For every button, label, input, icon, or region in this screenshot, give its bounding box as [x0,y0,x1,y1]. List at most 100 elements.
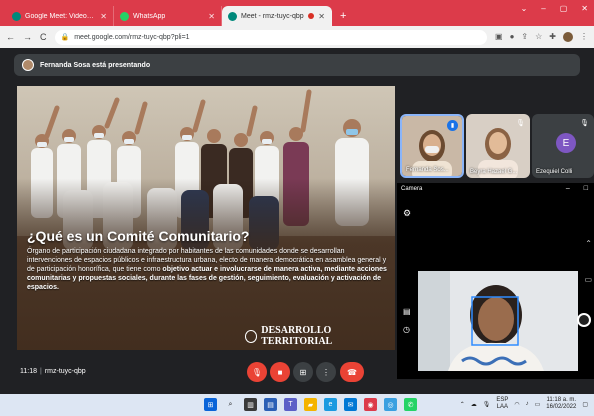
mic-off-icon: 🎙 [251,367,263,377]
timer-icon[interactable]: ◷ [403,325,410,334]
hdr-icon[interactable]: ▤ [403,307,411,316]
taskbar-apps: ⊞ ⌕ ▥ ▤ T ▰ e ✉ ◉ ◎ ✆ [204,398,417,411]
menu-icon[interactable]: ⋮ [580,32,588,42]
chrome-icon[interactable]: ◉ [364,398,377,411]
language-indicator[interactable]: ESP LAA [496,397,508,411]
tab-title: Meet - rmz-tuyc-qbp [241,12,304,20]
tab-meet-active[interactable]: Meet - rmz-tuyc-qbp ✕ [222,6,332,26]
mail-icon[interactable]: ✉ [344,398,357,411]
close-window-icon[interactable]: ✕ [581,4,588,13]
meeting-code: rmz-tuyc-qbp [44,368,86,375]
tab-title: WhatsApp [133,12,166,20]
language-code: ESP [496,397,509,403]
search-icon[interactable]: ⌕ [224,398,237,411]
mic-in-use-icon[interactable]: ● [510,32,515,42]
meet-icon [12,11,21,21]
recording-indicator-icon [308,13,315,19]
task-view-icon[interactable]: ▥ [244,398,257,411]
chevron-up-icon[interactable]: ⌃ [460,401,465,408]
participant-tile-ezequiel[interactable]: E 🎙 Ezequiel Colli [532,114,594,178]
wifi-icon[interactable]: ◠ [514,401,519,408]
meet-control-bar: 11:18 | rmz-tuyc-qbp 🎙 ■ ⊞ ⋮ ☎ [0,352,397,392]
video-mode-icon[interactable]: ▭ [584,275,592,284]
star-icon[interactable]: ☆ [535,32,542,42]
speaking-icon: ▮ [447,120,458,131]
notifications-icon[interactable]: ▢ [582,401,588,408]
minimize-button[interactable]: – [566,185,570,192]
share-icon[interactable]: ⇪ [521,32,528,42]
url-field[interactable]: 🔒 meet.google.com/rmz-tuyc-qbp?pli=1 [54,29,488,45]
system-tray: ⌃ ☁ 🎙 ESP LAA ◠ ♪ ▭ 11:18 a. m. 16/02/20… [460,397,588,411]
close-icon[interactable]: ✕ [208,12,215,21]
close-icon[interactable]: ✕ [318,12,325,21]
address-bar: ← → C 🔒 meet.google.com/rmz-tuyc-qbp?pli… [0,26,594,48]
mic-tray-icon[interactable]: 🎙 [483,401,491,408]
participant-avatar: E [556,133,576,153]
logo-text: DESARROLLO TERRITORIAL [261,325,333,347]
separator: | [40,368,42,375]
participant-name: Ezequiel Colli [536,169,573,175]
windows-taskbar: ⊞ ⌕ ▥ ▤ T ▰ e ✉ ◉ ◎ ✆ ⌃ ☁ 🎙 ESP LAA ◠ ♪ … [0,394,594,416]
maximize-button[interactable]: □ [584,185,588,192]
participant-tile-beyra[interactable]: 🎙 Beyra Hazael G... [466,114,530,178]
camera-toggle-button[interactable]: ■ [270,362,290,382]
tab-title: Google Meet: Videoconferencia [25,12,97,20]
participant-tile-fernanda[interactable]: ▮ Fernanda Sos... [400,114,464,178]
chevron-up-icon[interactable]: ⌃ [585,239,592,248]
leave-call-button[interactable]: ☎ [340,362,364,382]
settings-icon[interactable]: ⚙ [403,208,411,219]
close-icon[interactable]: ✕ [100,12,107,21]
extensions: ▣ ● ⇪ ☆ ✚ ⋮ [495,32,588,42]
maximize-icon[interactable]: ▢ [560,4,568,13]
battery-icon[interactable]: ▭ [535,401,541,408]
reload-icon[interactable]: C [40,32,47,42]
forward-icon[interactable]: → [23,32,32,42]
present-button[interactable]: ⊞ [293,362,313,382]
chevron-down-icon[interactable]: ⌄ [521,4,528,13]
more-vert-icon: ⋮ [322,367,330,377]
teams-icon[interactable]: T [284,398,297,411]
cloud-icon[interactable]: ☁ [471,401,477,408]
edge-icon[interactable]: e [324,398,337,411]
tab-whatsapp[interactable]: WhatsApp ✕ [114,6,222,26]
new-tab-button[interactable]: + [332,6,354,26]
file-explorer-icon[interactable]: ▰ [304,398,317,411]
clock-time: 11:18 a. m. [546,397,577,403]
volume-icon[interactable]: ♪ [526,401,529,407]
whatsapp-icon [120,11,129,21]
back-icon[interactable]: ← [6,32,15,42]
browser-tab-bar: Google Meet: Videoconferencia ✕ WhatsApp… [0,0,594,26]
clock-date: 16/02/2022 [546,404,577,410]
mic-off-icon: 🎙 [580,120,589,127]
camera-app-icon[interactable]: ◎ [384,398,397,411]
camera-off-icon: ■ [277,367,283,377]
present-icon: ⊞ [299,367,307,377]
presenter-avatar [22,59,34,71]
desarrollo-territorial-logo: DESARROLLO TERRITORIAL [245,325,395,347]
profile-avatar[interactable] [563,32,573,42]
windows-start-icon[interactable]: ⊞ [204,398,217,411]
widgets-icon[interactable]: ▤ [264,398,277,411]
mic-toggle-button[interactable]: 🎙 [247,362,267,382]
participant-name: Beyra Hazael G... [470,169,518,175]
url-text: meet.google.com/rmz-tuyc-qbp?pli=1 [74,33,190,41]
presentation-slide: ¿Qué es un Comité Comunitario? Órgano de… [17,86,395,350]
seal-icon [245,329,258,343]
tab-google-meet[interactable]: Google Meet: Videoconferencia ✕ [6,6,114,26]
minimize-icon[interactable]: – [541,4,545,13]
puzzle-icon[interactable]: ✚ [549,32,556,42]
camera-shutter-button[interactable] [577,313,591,327]
screen: Google Meet: Videoconferencia ✕ WhatsApp… [0,0,594,416]
whatsapp-icon[interactable]: ✆ [404,398,417,411]
camera-window-controls: – □ [566,185,588,192]
slide-body: Órgano de participación ciudadana integr… [27,247,387,292]
camera-in-use-icon[interactable]: ▣ [495,32,503,42]
more-options-button[interactable]: ⋮ [316,362,336,382]
clock[interactable]: 11:18 a. m. 16/02/2022 [546,397,576,411]
camera-app-window: Camera – □ ⚙ ▤ ◷ ⌃ ▭ [397,183,594,379]
meeting-time: 11:18 [20,368,37,375]
slide-text-block: ¿Qué es un Comité Comunitario? Órgano de… [27,228,387,292]
presenting-banner: Fernanda Sosa está presentando [14,54,580,76]
mic-off-icon: 🎙 [516,120,525,127]
group-photo [17,86,395,350]
